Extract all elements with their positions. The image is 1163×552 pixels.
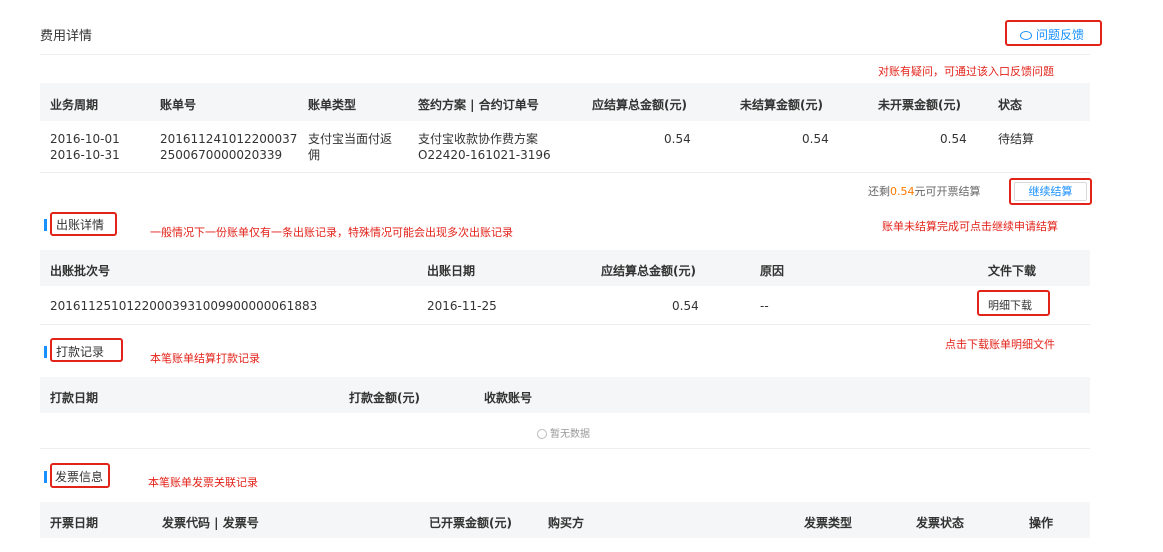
col-buyer: 购买方 <box>548 516 585 530</box>
col-file-download: 文件下载 <box>988 264 1037 278</box>
col-payment-amount: 打款金额(元) <box>349 391 420 405</box>
invoice-section-title: 发票信息 <box>55 470 104 484</box>
plan-line2: O22420-161021-3196 <box>418 148 551 162</box>
detail-download-link[interactable]: 明细下载 <box>988 298 1032 314</box>
period-start: 2016-10-01 <box>50 132 120 146</box>
bill-no-line1: 201611241012200037 <box>160 132 298 146</box>
batch-no: 20161125101220003931009900000061883 <box>50 299 318 313</box>
feedback-button[interactable]: 问题反馈 <box>1020 26 1084 43</box>
period-end: 2016-10-31 <box>50 148 120 162</box>
billing-table-header <box>40 250 1090 286</box>
bill-type-line1: 支付宝当面付返 <box>308 132 393 146</box>
col-invoice-code: 发票代码 | 发票号 <box>162 516 259 530</box>
col-receiving-account: 收款账号 <box>484 391 533 405</box>
payment-section-title: 打款记录 <box>56 345 105 359</box>
col-period: 业务周期 <box>50 98 99 112</box>
annotation-feedback: 对账有疑问，可通过该入口反馈问题 <box>878 65 1054 78</box>
col-invoice-type: 发票类型 <box>804 516 853 530</box>
col-batch-no: 出账批次号 <box>50 264 111 278</box>
payment-table-header <box>40 377 1090 413</box>
col-invoiced-amount: 已开票金额(元) <box>429 516 512 530</box>
col-uninvoiced: 未开票金额(元) <box>878 98 961 112</box>
billing-row-divider <box>40 324 1090 325</box>
col-bill-no: 账单号 <box>160 98 197 112</box>
annotation-billing: 一般情况下一份账单仅有一条出账记录，特殊情况可能会出现多次出账记录 <box>150 226 513 239</box>
remaining-prefix: 还剩 <box>868 185 890 198</box>
payment-empty-text: 暂无数据 <box>550 429 590 440</box>
unsettled-amount: 0.54 <box>802 132 829 146</box>
feedback-label: 问题反馈 <box>1036 28 1085 42</box>
plan-line1: 支付宝收款协作费方案 <box>418 132 539 146</box>
col-unsettled: 未结算金额(元) <box>740 98 823 112</box>
billing-section-bar <box>44 219 47 231</box>
payment-empty: 暂无数据 <box>537 425 590 440</box>
col-billing-date: 出账日期 <box>427 264 476 278</box>
empty-icon <box>537 429 547 439</box>
col-invoice-status: 发票状态 <box>916 516 965 530</box>
annotation-invoice: 本笔账单发票关联记录 <box>148 476 258 489</box>
uninvoiced-amount: 0.54 <box>940 132 967 146</box>
payment-row-divider <box>40 448 1090 449</box>
col-bill-type: 账单类型 <box>308 98 357 112</box>
col-total: 应结算总金额(元) <box>592 98 687 112</box>
payment-section-bar <box>44 346 47 358</box>
bill-row-divider <box>40 172 1090 173</box>
bill-type-line2: 佣 <box>308 148 321 162</box>
chat-bubble-icon <box>1020 31 1032 40</box>
annotation-payment: 本笔账单结算打款记录 <box>150 352 260 365</box>
col-payment-date: 打款日期 <box>50 391 99 405</box>
billing-date: 2016-11-25 <box>427 299 497 313</box>
remaining-amount: 0.54 <box>890 185 915 198</box>
remaining-suffix: 元可开票结算 <box>914 185 981 198</box>
billing-total: 0.54 <box>672 299 699 313</box>
col-status: 状态 <box>998 98 1023 112</box>
remaining-text: 还剩0.54元可开票结算 <box>868 184 981 200</box>
annotation-download: 点击下载账单明细文件 <box>945 338 1055 351</box>
annotation-continue: 账单未结算完成可点击继续申请结算 <box>882 220 1058 233</box>
col-operation: 操作 <box>1029 516 1054 530</box>
total-amount: 0.54 <box>664 132 691 146</box>
invoice-section-bar <box>44 471 47 483</box>
bill-no-line2: 2500670000020339 <box>160 148 283 162</box>
col-invoice-date: 开票日期 <box>50 516 99 530</box>
col-plan: 签约方案 | 合约订单号 <box>418 98 539 112</box>
billing-reason: -- <box>760 299 769 313</box>
page-title: 费用详情 <box>40 29 93 44</box>
header-divider <box>40 54 1090 55</box>
continue-settle-button[interactable]: 继续结算 <box>1014 182 1087 201</box>
col-reason: 原因 <box>760 264 785 278</box>
status-text: 待结算 <box>998 132 1035 146</box>
col-billing-total: 应结算总金额(元) <box>601 264 696 278</box>
billing-section-title: 出账详情 <box>56 218 105 232</box>
